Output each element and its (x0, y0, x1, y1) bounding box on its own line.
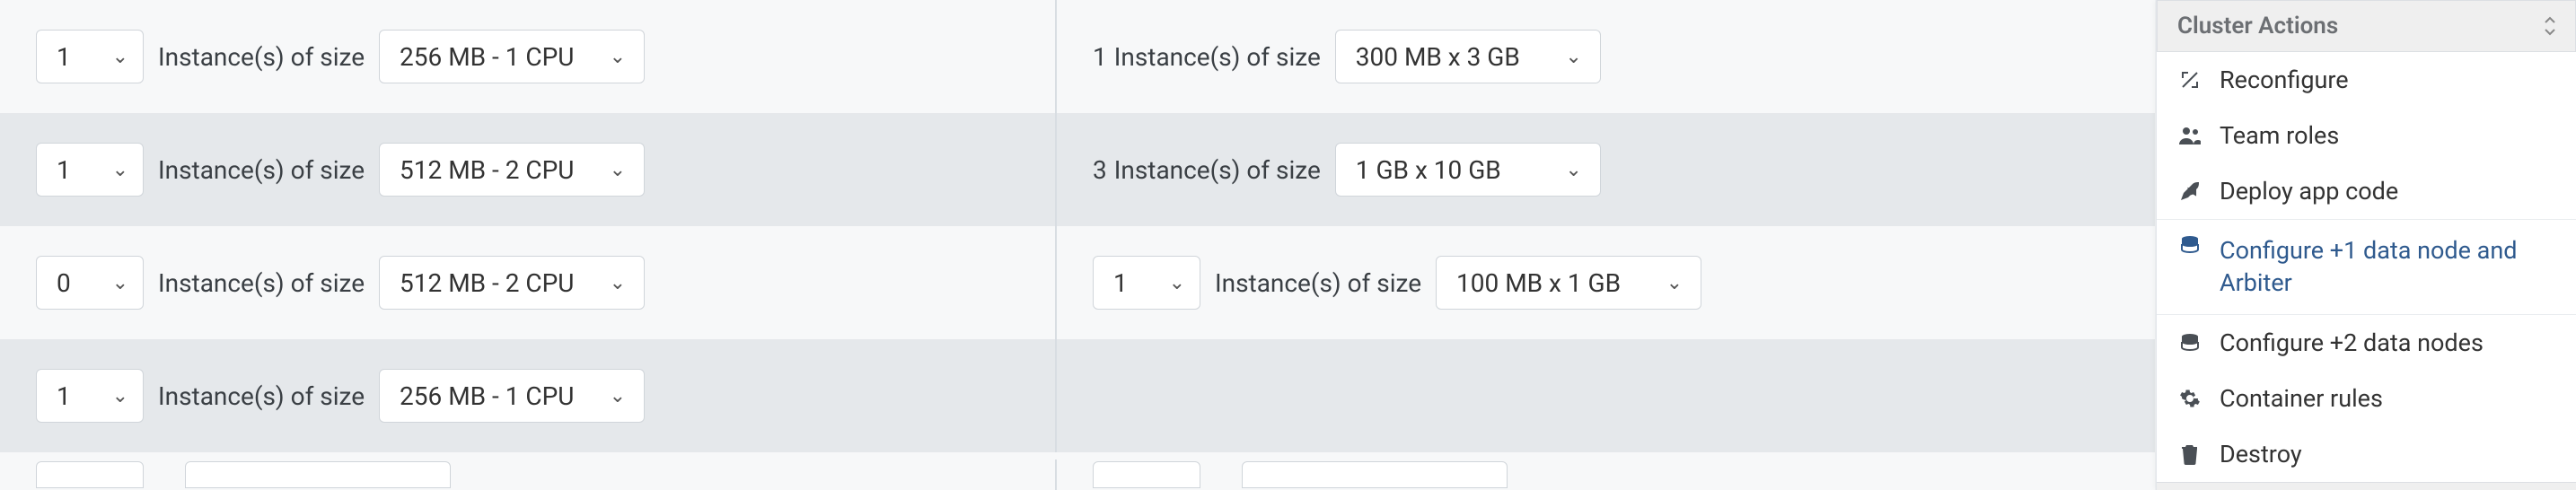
quantity-select[interactable]: ⌄ (1093, 461, 1200, 488)
chevron-down-icon: ⌄ (1565, 159, 1581, 181)
database-icon (2176, 332, 2203, 354)
chevron-down-icon: ⌄ (112, 272, 128, 294)
size-select[interactable]: ⌄ (185, 461, 451, 488)
panel-header[interactable]: Cluster Actions (2157, 0, 2576, 52)
size-value: 100 MB x 1 GB (1456, 268, 1621, 298)
menu-item-configure-2-nodes[interactable]: Configure +2 data nodes (2157, 315, 2576, 371)
quantity-select[interactable]: ⌄ (36, 461, 144, 488)
size-select[interactable]: 100 MB x 1 GB ⌄ (1436, 256, 1701, 310)
instance-label: Instance(s) of size (158, 42, 365, 72)
chevron-down-icon: ⌄ (1666, 272, 1683, 294)
menu-label: Deploy app code (2220, 175, 2556, 207)
expand-icon (2176, 69, 2203, 91)
instance-label: Instance(s) of size (158, 155, 365, 185)
left-cell: 1 ⌄ Instance(s) of size 512 MB - 2 CPU ⌄ (0, 113, 1057, 226)
trash-icon (2176, 443, 2203, 465)
instance-label: Instance(s) of size (1215, 268, 1421, 298)
chevron-down-icon: ⌄ (112, 159, 128, 181)
chevron-down-icon: ⌄ (1169, 272, 1185, 294)
size-select[interactable]: 256 MB - 1 CPU ⌄ (379, 369, 645, 423)
right-cell: 3 Instance(s) of size 1 GB x 10 GB ⌄ (1057, 113, 2155, 226)
panel-title: Cluster Actions (2177, 13, 2338, 39)
right-cell: ⌄ x ⌄ (1057, 459, 2155, 490)
quantity-value: 1 (57, 155, 71, 185)
config-row: 1 ⌄ Instance(s) of size 256 MB - 1 CPU ⌄ (0, 339, 2155, 452)
users-icon (2176, 125, 2203, 146)
quantity-select[interactable]: 1 ⌄ (36, 30, 144, 83)
chevron-down-icon: ⌄ (610, 385, 626, 407)
quantity-value: 1 (1113, 268, 1128, 298)
quantity-static: 3 (1093, 155, 1107, 185)
menu-label: Container rules (2220, 382, 2556, 415)
size-value: 300 MB x 3 GB (1356, 42, 1520, 72)
quantity-value: 1 (57, 42, 71, 72)
chevron-down-icon: ⌄ (610, 272, 626, 294)
config-row: ⌄ x ⌄ ⌄ x ⌄ (0, 452, 2155, 490)
size-value: 512 MB - 2 CPU (400, 268, 574, 298)
chevron-down-icon: ⌄ (112, 385, 128, 407)
left-cell: ⌄ x ⌄ (0, 459, 1057, 490)
right-cell: 1 ⌄ Instance(s) of size 100 MB x 1 GB ⌄ (1057, 226, 2155, 339)
config-row: 1 ⌄ Instance(s) of size 256 MB - 1 CPU ⌄… (0, 0, 2155, 113)
size-value: 512 MB - 2 CPU (400, 155, 574, 185)
rocket-icon (2176, 180, 2203, 202)
quantity-select[interactable]: 1 ⌄ (36, 369, 144, 423)
chevron-down-icon: ⌄ (610, 46, 626, 68)
menu-item-reconfigure[interactable]: Reconfigure (2157, 52, 2576, 108)
quantity-static: 1 (1093, 42, 1107, 72)
instance-label: Instance(s) of size (158, 268, 365, 298)
instance-label: Instance(s) of size (1114, 155, 1321, 185)
chevron-down-icon: ⌄ (610, 159, 626, 181)
right-cell: 1 Instance(s) of size 300 MB x 3 GB ⌄ (1057, 0, 2155, 113)
chevron-down-icon: ⌄ (1565, 46, 1581, 68)
size-select[interactable]: 512 MB - 2 CPU ⌄ (379, 143, 645, 197)
quantity-select[interactable]: 1 ⌄ (1093, 256, 1200, 310)
quantity-select[interactable]: 1 ⌄ (36, 143, 144, 197)
size-value: 256 MB - 1 CPU (400, 381, 574, 411)
config-row: 0 ⌄ Instance(s) of size 512 MB - 2 CPU ⌄… (0, 226, 2155, 339)
left-cell: 0 ⌄ Instance(s) of size 512 MB - 2 CPU ⌄ (0, 226, 1057, 339)
menu-item-deploy[interactable]: Deploy app code (2157, 163, 2576, 219)
gear-icon (2176, 388, 2203, 409)
menu-label: Configure +2 data nodes (2220, 327, 2556, 359)
size-select[interactable]: 512 MB - 2 CPU ⌄ (379, 256, 645, 310)
menu-item-destroy[interactable]: Destroy (2157, 426, 2576, 482)
left-cell: 1 ⌄ Instance(s) of size 256 MB - 1 CPU ⌄ (0, 0, 1057, 113)
menu-label: Configure +1 data node and Arbiter (2220, 234, 2556, 300)
size-select[interactable]: 256 MB - 1 CPU ⌄ (379, 30, 645, 83)
quantity-select[interactable]: 0 ⌄ (36, 256, 144, 310)
panel-footer (2157, 482, 2576, 490)
right-cell (1057, 339, 2155, 452)
menu-item-configure-1-node[interactable]: Configure +1 data node and Arbiter (2157, 219, 2576, 315)
size-select[interactable]: ⌄ (1242, 461, 1508, 488)
menu-item-team-roles[interactable]: Team roles (2157, 108, 2576, 163)
cluster-actions-panel: Cluster Actions Reconfigure Team roles D… (2156, 0, 2576, 490)
config-grid: 1 ⌄ Instance(s) of size 256 MB - 1 CPU ⌄… (0, 0, 2155, 490)
size-select[interactable]: 1 GB x 10 GB ⌄ (1335, 143, 1601, 197)
menu-label: Reconfigure (2220, 64, 2556, 96)
size-select[interactable]: 300 MB x 3 GB ⌄ (1335, 30, 1601, 83)
menu-label: Destroy (2220, 438, 2556, 470)
quantity-value: 0 (57, 268, 71, 298)
config-row: 1 ⌄ Instance(s) of size 512 MB - 2 CPU ⌄… (0, 113, 2155, 226)
instance-label: Instance(s) of size (1114, 42, 1321, 72)
menu-label: Team roles (2220, 119, 2556, 152)
sort-icon (2543, 15, 2557, 37)
database-icon (2176, 234, 2203, 256)
instance-label: Instance(s) of size (158, 381, 365, 411)
quantity-value: 1 (57, 381, 71, 411)
chevron-down-icon: ⌄ (112, 46, 128, 68)
left-cell: 1 ⌄ Instance(s) of size 256 MB - 1 CPU ⌄ (0, 339, 1057, 452)
size-value: 1 GB x 10 GB (1356, 155, 1501, 185)
size-value: 256 MB - 1 CPU (400, 42, 574, 72)
menu-item-container-rules[interactable]: Container rules (2157, 371, 2576, 426)
